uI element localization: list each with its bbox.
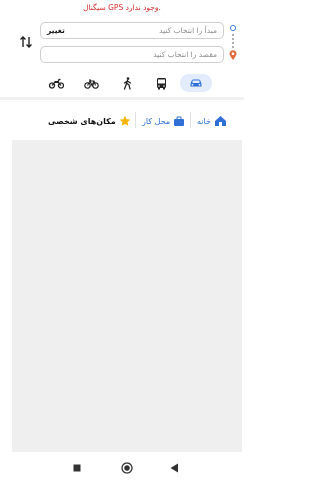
separator — [190, 112, 191, 128]
car-icon — [190, 79, 202, 87]
change-origin-button[interactable]: تغییر — [47, 23, 65, 38]
route-panel: تغییر مبدأ را انتخاب کنید مقصد را انتخاب… — [0, 18, 244, 70]
mode-motorcycle-button[interactable] — [46, 74, 66, 92]
destination-placeholder: مقصد را انتخاب کنید — [153, 50, 217, 59]
mode-bicycle-button[interactable] — [82, 74, 100, 92]
walk-icon — [123, 76, 131, 90]
mode-car-button[interactable] — [180, 74, 212, 92]
motorcycle-icon — [48, 78, 64, 89]
place-home-label: خانه — [197, 116, 211, 126]
circle-home-icon — [121, 462, 133, 474]
origin-placeholder: مبدأ را انتخاب کنید — [159, 26, 217, 35]
back-button[interactable] — [167, 461, 181, 475]
map-area[interactable] — [12, 140, 242, 452]
triangle-back-icon — [170, 463, 178, 473]
origin-field[interactable]: تغییر مبدأ را انتخاب کنید — [40, 22, 224, 39]
star-icon — [119, 115, 131, 126]
place-personal-label: مکان‌های شخصی — [48, 116, 116, 126]
mode-walk-button[interactable] — [118, 74, 136, 92]
route-dots — [232, 34, 234, 48]
bicycle-icon — [83, 78, 99, 89]
place-personal-button[interactable]: مکان‌های شخصی — [48, 114, 131, 128]
swap-vertical-icon — [20, 36, 32, 48]
home-button[interactable] — [120, 461, 134, 475]
destination-pin-icon — [229, 50, 237, 60]
swap-origin-destination-button[interactable] — [16, 32, 36, 52]
saved-places-row: خانه محل کار مکان‌های شخصی — [0, 100, 244, 140]
square-recents-icon — [73, 464, 81, 472]
gps-warning-banner: سیگنال GPS وجود ندارد. — [0, 0, 244, 18]
place-home-button[interactable]: خانه — [197, 114, 227, 128]
transport-mode-bar — [0, 70, 244, 96]
mode-bus-button[interactable] — [152, 74, 170, 92]
route-markers — [227, 24, 239, 70]
place-work-label: محل کار — [142, 116, 171, 126]
home-icon — [214, 116, 226, 126]
separator — [135, 112, 136, 128]
system-nav-bar — [0, 455, 244, 481]
recents-button[interactable] — [70, 461, 84, 475]
bus-icon — [156, 77, 166, 89]
place-work-button[interactable]: محل کار — [142, 114, 185, 128]
briefcase-icon — [174, 116, 185, 126]
origin-dot-icon — [230, 25, 236, 31]
destination-field[interactable]: مقصد را انتخاب کنید — [40, 46, 224, 63]
